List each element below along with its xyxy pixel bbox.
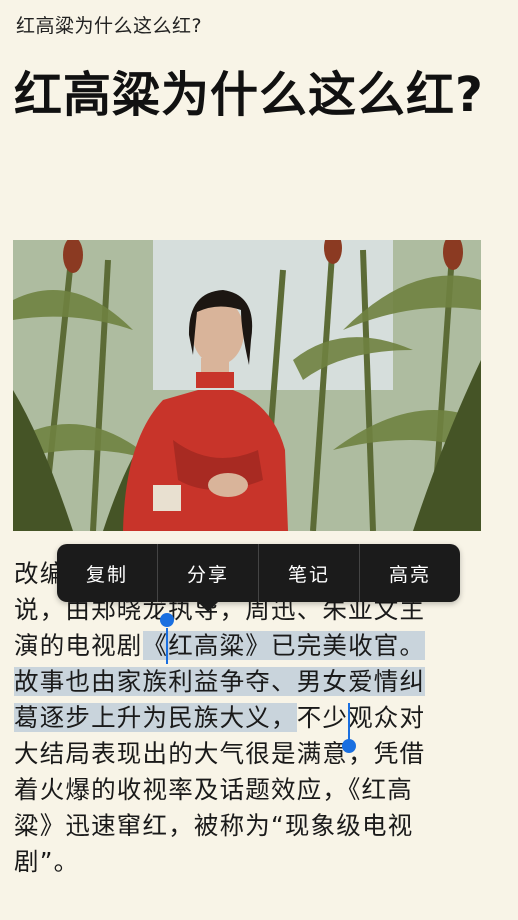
selection-end-handle[interactable] bbox=[342, 739, 356, 753]
hero-illustration bbox=[13, 240, 481, 531]
body-line-text: 不少观众对 bbox=[296, 703, 426, 732]
body-line-text: 粱》迅速窜红，被称为“现象级电视 bbox=[14, 811, 414, 840]
nav-title: 红高粱为什么这么红? bbox=[16, 15, 203, 37]
selected-text[interactable]: 《红高粱》已完美收官。 bbox=[142, 631, 426, 660]
selection-start-handle[interactable] bbox=[160, 613, 174, 627]
article-body: 改编自莫言同名经典小 说，由郑晓龙执导，周迅、朱亚文主 演的电视剧《红高粱》已完… bbox=[14, 556, 506, 880]
body-line-3: 演的电视剧《红高粱》已完美收官。 bbox=[14, 628, 506, 664]
selected-text[interactable]: 葛逐步上升为民族大义， bbox=[14, 703, 297, 732]
body-line-text: 大结局表现出的大气很是满意，凭借 bbox=[14, 739, 426, 768]
article-headline: 红高粱为什么这么红? bbox=[14, 67, 484, 123]
body-line-text: 剧”。 bbox=[14, 847, 80, 876]
selection-end-caret bbox=[348, 703, 350, 741]
body-line-7: 着火爆的收视率及话题效应，《红高 bbox=[14, 772, 506, 808]
share-button[interactable]: 分享 bbox=[158, 544, 259, 602]
body-line-5: 葛逐步上升为民族大义，不少观众对 bbox=[14, 700, 506, 736]
selected-text[interactable]: 故事也由家族利益争夺、男女爱情纠 bbox=[14, 667, 426, 696]
note-button[interactable]: 笔记 bbox=[259, 544, 360, 602]
menu-pointer-arrow bbox=[198, 602, 218, 612]
body-line-6: 大结局表现出的大气很是满意，凭借 bbox=[14, 736, 506, 772]
text-selection-menu: 复制 分享 笔记 高亮 bbox=[57, 544, 460, 602]
hero-image bbox=[13, 240, 481, 531]
body-line-text: 演的电视剧 bbox=[14, 631, 143, 660]
body-line-text: 着火爆的收视率及话题效应，《红高 bbox=[14, 775, 413, 804]
body-line-8: 粱》迅速窜红，被称为“现象级电视 bbox=[14, 808, 506, 844]
copy-button[interactable]: 复制 bbox=[57, 544, 158, 602]
body-line-9: 剧”。 bbox=[14, 844, 506, 880]
body-line-4: 故事也由家族利益争夺、男女爱情纠 bbox=[14, 664, 506, 700]
highlight-button[interactable]: 高亮 bbox=[360, 544, 460, 602]
selection-start-caret bbox=[166, 628, 168, 664]
